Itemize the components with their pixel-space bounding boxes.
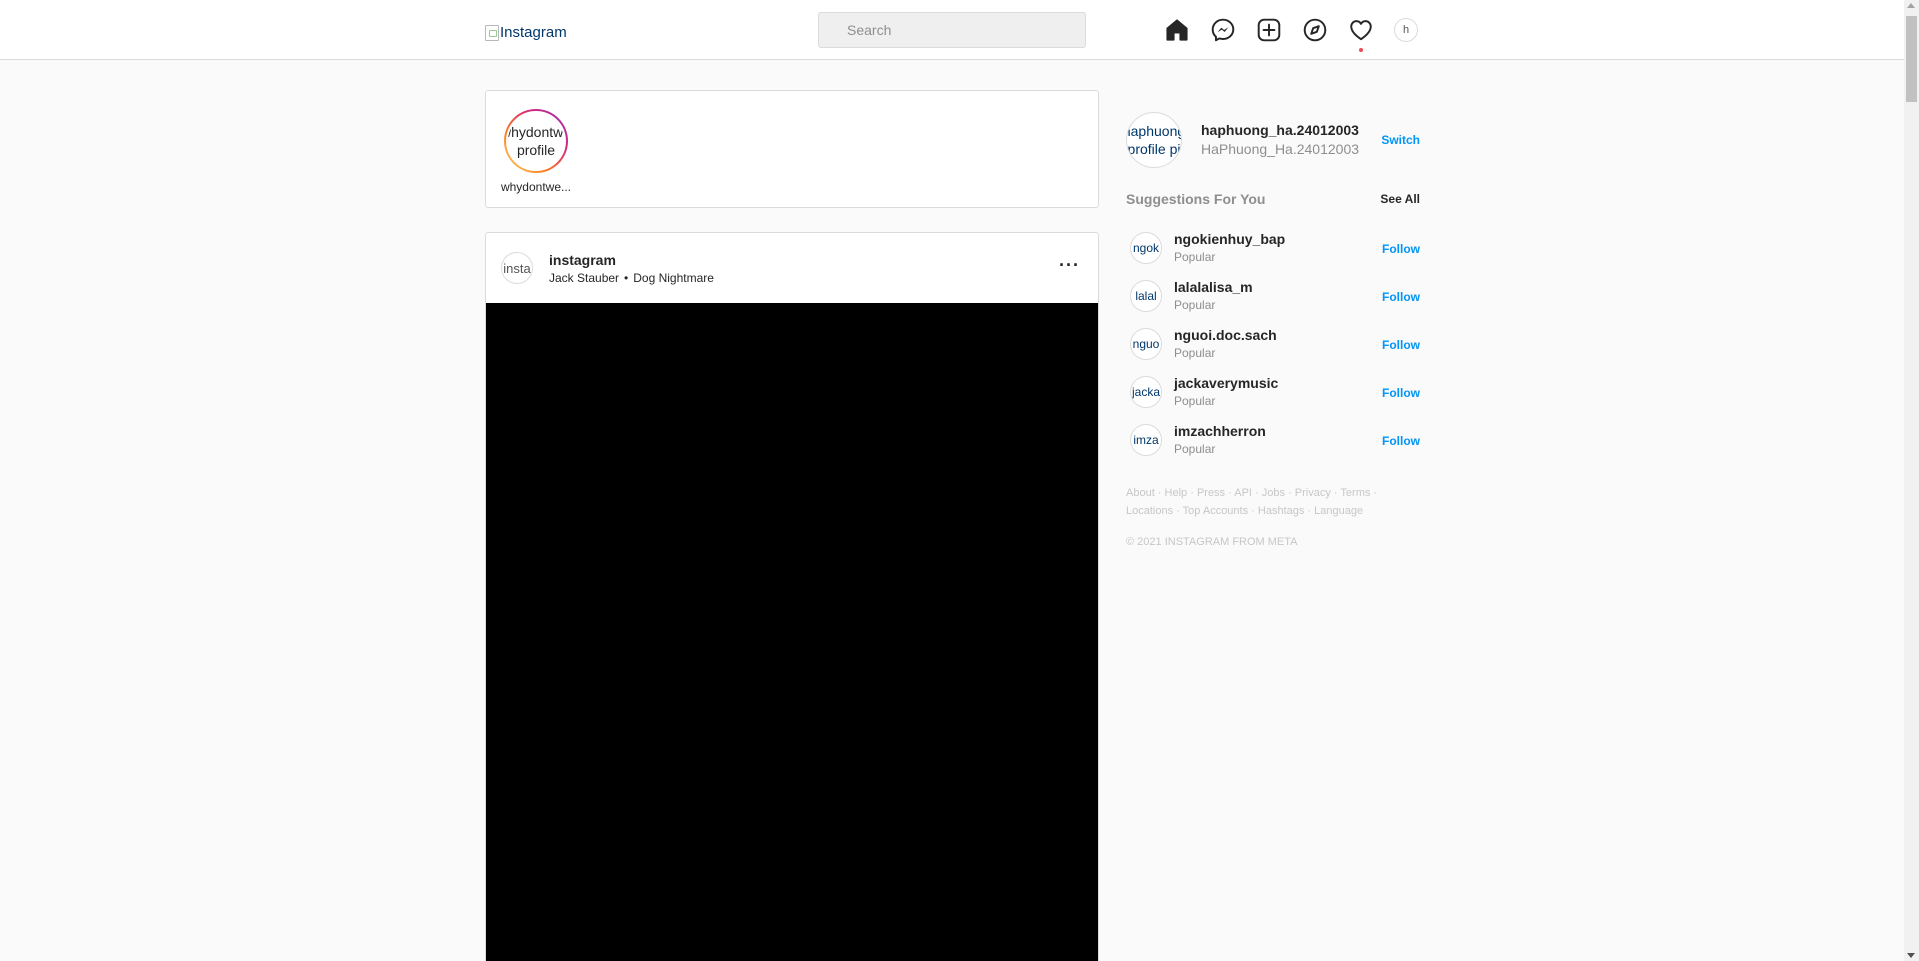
copyright-text: © 2021 INSTAGRAM FROM META — [1126, 536, 1298, 548]
suggestion-subtitle: Popular — [1174, 394, 1216, 408]
suggestion-avatar[interactable]: imza — [1130, 424, 1162, 456]
suggestion-item: imza imzachherron Popular Follow — [1126, 414, 1420, 462]
footer-link-language[interactable]: Language — [1314, 505, 1363, 517]
post-music-title: Dog Nightmare — [633, 271, 714, 285]
footer-link-locations[interactable]: Locations — [1126, 505, 1173, 517]
suggestion-subtitle: Popular — [1174, 346, 1216, 360]
explore-nav-button[interactable] — [1302, 16, 1348, 44]
suggestions-list: ngok ngokienhuy_bap Popular Follow lalal… — [1126, 222, 1420, 462]
notification-dot — [1359, 48, 1363, 52]
suggestion-item: jacka jackaverymusic Popular Follow — [1126, 366, 1420, 414]
scrollbar-thumb[interactable] — [1906, 16, 1917, 102]
scroll-up-arrow-icon[interactable] — [1907, 3, 1915, 8]
footer-link-about[interactable]: About — [1126, 487, 1155, 499]
story-item[interactable]: whydontwe profile whydontwe... — [496, 109, 576, 194]
suggestion-avatar-alt: imza — [1133, 433, 1159, 447]
footer-link-api[interactable]: API — [1234, 487, 1252, 499]
post-video[interactable] — [486, 303, 1098, 961]
suggestion-avatar-alt: lalal — [1135, 289, 1157, 303]
footer-link-press[interactable]: Press — [1197, 487, 1225, 499]
suggestion-subtitle: Popular — [1174, 442, 1216, 456]
story-avatar: whydontwe profile — [506, 111, 566, 171]
footer-link-top-accounts[interactable]: Top Accounts — [1183, 505, 1248, 517]
suggestion-item: ngok ngokienhuy_bap Popular Follow — [1126, 222, 1420, 270]
footer-link-terms[interactable]: Terms — [1340, 487, 1370, 499]
follow-button[interactable]: Follow — [1382, 434, 1420, 448]
post-music-info[interactable]: Jack Stauber • Dog Nightmare — [549, 271, 714, 285]
search-input[interactable] — [847, 22, 1067, 38]
post-header: insta instagram Jack Stauber • Dog Night… — [486, 233, 1098, 303]
profile-nav-button[interactable]: h — [1394, 16, 1440, 44]
logo-alt-text: Instagram — [500, 24, 567, 41]
suggestion-item: lalal lalalalisa_m Popular Follow — [1126, 270, 1420, 318]
current-user-avatar-alt: haphuong profile pi — [1127, 123, 1181, 157]
suggestions-title: Suggestions For You — [1126, 191, 1266, 207]
post-music-separator: • — [624, 271, 629, 285]
story-ring: whydontwe profile — [504, 109, 568, 173]
home-nav-button[interactable] — [1164, 16, 1210, 44]
footer-link-help[interactable]: Help — [1165, 487, 1188, 499]
suggestion-subtitle: Popular — [1174, 298, 1216, 312]
new-post-icon — [1257, 18, 1281, 42]
profile-avatar-alt: h — [1402, 24, 1410, 36]
current-user-card: haphuong profile pi haphuong_ha.24012003… — [1126, 110, 1420, 170]
suggestion-avatar[interactable]: jacka — [1130, 376, 1162, 408]
instagram-logo[interactable]: Instagram — [485, 24, 567, 41]
suggestion-avatar[interactable]: ngok — [1130, 232, 1162, 264]
suggestion-item: nguo nguoi.doc.sach Popular Follow — [1126, 318, 1420, 366]
nav-icons: h — [1164, 16, 1440, 52]
broken-image-icon — [485, 24, 499, 41]
scroll-down-arrow-icon[interactable] — [1907, 953, 1915, 958]
suggestion-username[interactable]: ngokienhuy_bap — [1174, 231, 1285, 247]
suggestion-avatar[interactable]: nguo — [1130, 328, 1162, 360]
story-avatar-alt: whydontwe profile — [508, 124, 564, 158]
see-all-button[interactable]: See All — [1380, 192, 1420, 206]
story-username: whydontwe... — [500, 180, 572, 194]
footer-link-privacy[interactable]: Privacy — [1295, 487, 1331, 499]
footer-link-jobs[interactable]: Jobs — [1262, 487, 1285, 499]
follow-button[interactable]: Follow — [1382, 290, 1420, 304]
post-music-artist: Jack Stauber — [549, 271, 620, 285]
new-post-nav-button[interactable] — [1256, 16, 1302, 44]
home-icon — [1166, 19, 1188, 41]
stories-tray: whydontwe profile whydontwe... — [485, 90, 1099, 208]
explore-icon — [1303, 18, 1327, 42]
suggestion-username[interactable]: jackaverymusic — [1174, 375, 1278, 391]
follow-button[interactable]: Follow — [1382, 338, 1420, 352]
suggestions-header: Suggestions For You See All — [1126, 191, 1420, 211]
more-options-icon[interactable]: ··· — [1059, 255, 1080, 276]
feed-post: insta instagram Jack Stauber • Dog Night… — [485, 232, 1099, 961]
suggestion-username[interactable]: imzachherron — [1174, 423, 1266, 439]
suggestion-avatar[interactable]: lalal — [1130, 280, 1162, 312]
post-author-avatar-alt: insta — [503, 260, 531, 276]
post-author-avatar[interactable]: insta — [501, 252, 533, 284]
suggestion-avatar-alt: ngok — [1132, 241, 1160, 255]
suggestion-avatar-alt: nguo — [1132, 337, 1160, 351]
page-scrollbar[interactable] — [1904, 0, 1919, 961]
suggestion-subtitle: Popular — [1174, 250, 1216, 264]
profile-avatar: h — [1394, 18, 1418, 42]
current-user-avatar[interactable]: haphuong profile pi — [1126, 112, 1182, 168]
follow-button[interactable]: Follow — [1382, 242, 1420, 256]
current-user-fullname: HaPhuong_Ha.24012003 — [1201, 141, 1360, 157]
top-navigation-bar: Instagram h — [0, 0, 1904, 60]
suggestion-avatar-alt: jacka — [1131, 385, 1160, 399]
messenger-nav-button[interactable] — [1210, 16, 1256, 44]
activity-heart-icon — [1350, 20, 1372, 41]
suggestion-username[interactable]: lalalalisa_m — [1174, 279, 1253, 295]
suggestion-username[interactable]: nguoi.doc.sach — [1174, 327, 1277, 343]
search-box[interactable] — [818, 12, 1086, 48]
switch-account-button[interactable]: Switch — [1381, 133, 1420, 147]
current-user-username[interactable]: haphuong_ha.24012003 — [1201, 122, 1359, 138]
messenger-icon — [1211, 18, 1235, 42]
right-sidebar: haphuong profile pi haphuong_ha.24012003… — [1126, 110, 1420, 548]
footer-link-hashtags[interactable]: Hashtags — [1258, 505, 1304, 517]
activity-nav-button[interactable] — [1348, 16, 1394, 52]
follow-button[interactable]: Follow — [1382, 386, 1420, 400]
post-author-username[interactable]: instagram — [549, 252, 616, 268]
footer-links: About · Help · Press · API · Jobs · Priv… — [1126, 487, 1378, 517]
